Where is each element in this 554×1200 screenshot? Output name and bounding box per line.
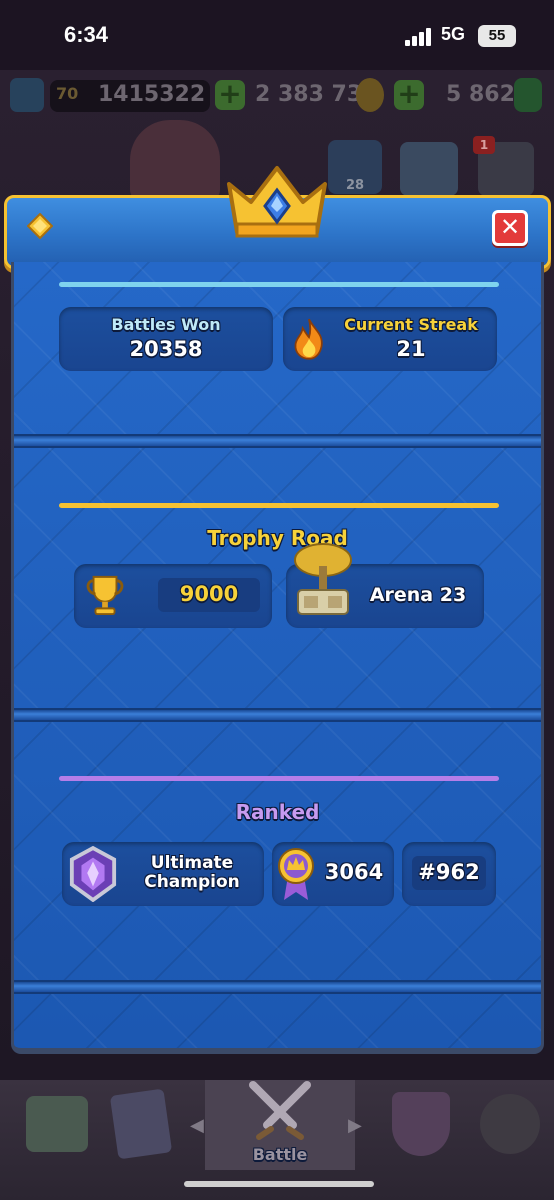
current-streak-value: 21 [396,337,426,361]
nav-clan-tab[interactable] [378,1084,468,1164]
home-indicator [184,1181,374,1187]
news-button[interactable] [400,142,458,196]
trophy-count-text: 1415322 [98,82,206,107]
add-gold-button[interactable]: + [215,80,245,110]
rating-medal-icon [278,848,314,900]
gem-icon [27,213,53,239]
clan-shield-icon [392,1092,450,1156]
ranked-title: Ranked [235,800,320,824]
trophy-icon [86,575,124,616]
ranked-accent-line [59,776,499,781]
arena-icon [294,543,352,615]
section-divider-2 [14,708,541,722]
ranked-rank: #962 [418,860,480,884]
notification-badge: 1 [473,136,495,154]
rank-box: #962 [402,842,496,906]
current-streak-box: Current Streak 21 [283,307,497,371]
close-icon: ✕ [499,213,521,241]
flame-icon [294,318,323,360]
crossed-swords-icon [249,1081,311,1140]
battles-won-label: Battles Won [111,315,221,334]
battles-won-value: 20358 [129,337,203,361]
league-box: Ultimate Champion [62,842,264,906]
status-bar: 6:34 5G 55 [0,0,554,70]
close-button[interactable]: ✕ [492,210,528,246]
gold-coin-icon [356,78,384,112]
current-streak-label: Current Streak [344,315,478,334]
arena-box: Arena 23 [286,543,484,628]
top-hud: 70 1415322 + 2 383 737 + 5 862 [0,74,554,118]
section-divider-3 [14,980,541,994]
events-laurel-icon [480,1094,540,1154]
cards-icon [109,1088,173,1160]
league-name: Ultimate Champion [144,853,240,892]
trophy-count-box: 9000 [74,564,272,628]
shop-chest-icon [26,1096,88,1152]
ranked-rating: 3064 [324,860,384,884]
nav-shop-tab[interactable] [14,1084,104,1164]
add-gems-button[interactable]: + [394,80,424,110]
battles-won-box: Battles Won 20358 [59,307,273,371]
network-label: 5G [441,24,466,44]
status-time: 6:34 [64,22,109,47]
nav-right-arrow: ▶ [348,1115,362,1136]
nav-events-tab[interactable] [466,1084,554,1164]
level-text: 70 [56,84,79,103]
player-avatar [130,120,220,200]
trophy-road-accent-line [59,503,499,508]
level-icon [10,78,44,112]
league-badge-icon [69,846,117,902]
trophy-road-title: Trophy Road [207,526,348,550]
gem-count-text: 5 862 [446,82,515,107]
battles-accent-line [59,282,499,287]
crown-icon [227,166,327,238]
section-divider-1 [14,434,541,448]
nav-left-arrow: ◀ [190,1115,204,1136]
trophy-road-trophies: 9000 [179,582,239,606]
rating-box: 3064 [272,842,394,906]
arena-name: Arena 23 [369,584,467,606]
battle-tab-label: Battle [252,1145,308,1164]
nav-cards-tab[interactable] [104,1084,194,1164]
profile-stats-panel: Battles Won 20358 Current Streak 21 Trop… [11,262,544,1054]
signal-icon [405,28,433,46]
battery-indicator: 55 [478,25,516,47]
gem-hud-icon [514,78,542,112]
friends-count: 28 [346,178,365,193]
